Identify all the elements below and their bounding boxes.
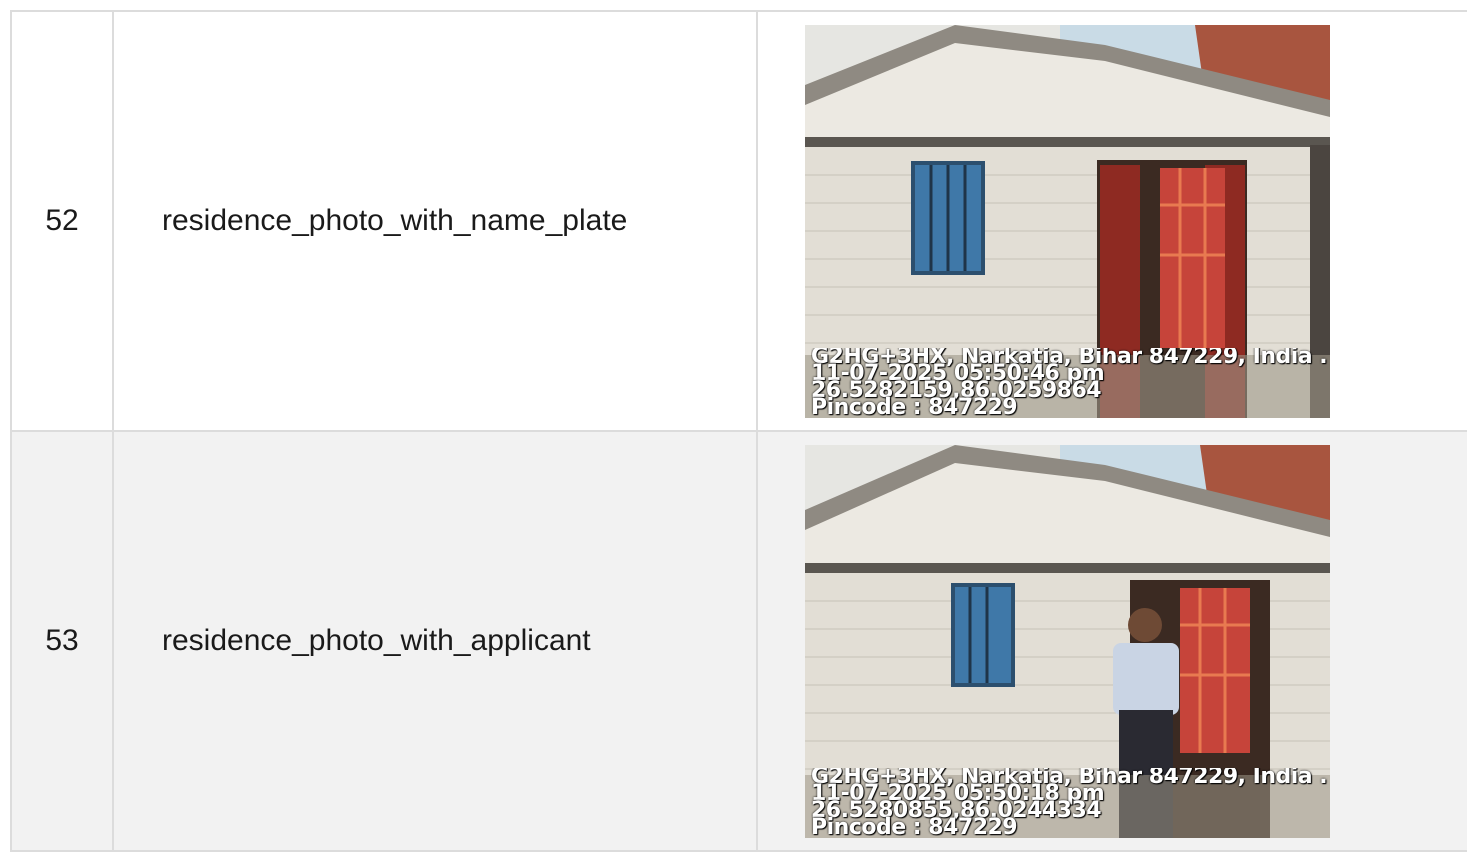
- photo-table: 52 residence_photo_with_name_plate G2HG+…: [10, 10, 1467, 852]
- row-number: 52: [10, 12, 112, 430]
- table-row: 52 residence_photo_with_name_plate G2HG+…: [10, 12, 1467, 432]
- residence-photo[interactable]: G2HG+3HX, Narkatia, Bihar 847229, India …: [805, 444, 1330, 838]
- photo-cell: G2HG+3HX, Narkatia, Bihar 847229, India …: [756, 12, 1467, 430]
- row-label: residence_photo_with_applicant: [112, 432, 756, 850]
- residence-photo[interactable]: G2HG+3HX, Narkatia, Bihar 847229, India …: [805, 24, 1330, 418]
- photo-cell: G2HG+3HX, Narkatia, Bihar 847229, India …: [756, 432, 1467, 850]
- table-row: 53 residence_photo_with_applicant G2HG+3…: [10, 432, 1467, 852]
- row-number: 53: [10, 432, 112, 850]
- geo-stamp: G2HG+3HX, Narkatia, Bihar 847229, India …: [811, 348, 1328, 416]
- geo-stamp: G2HG+3HX, Narkatia, Bihar 847229, India …: [811, 768, 1328, 836]
- row-label: residence_photo_with_name_plate: [112, 12, 756, 430]
